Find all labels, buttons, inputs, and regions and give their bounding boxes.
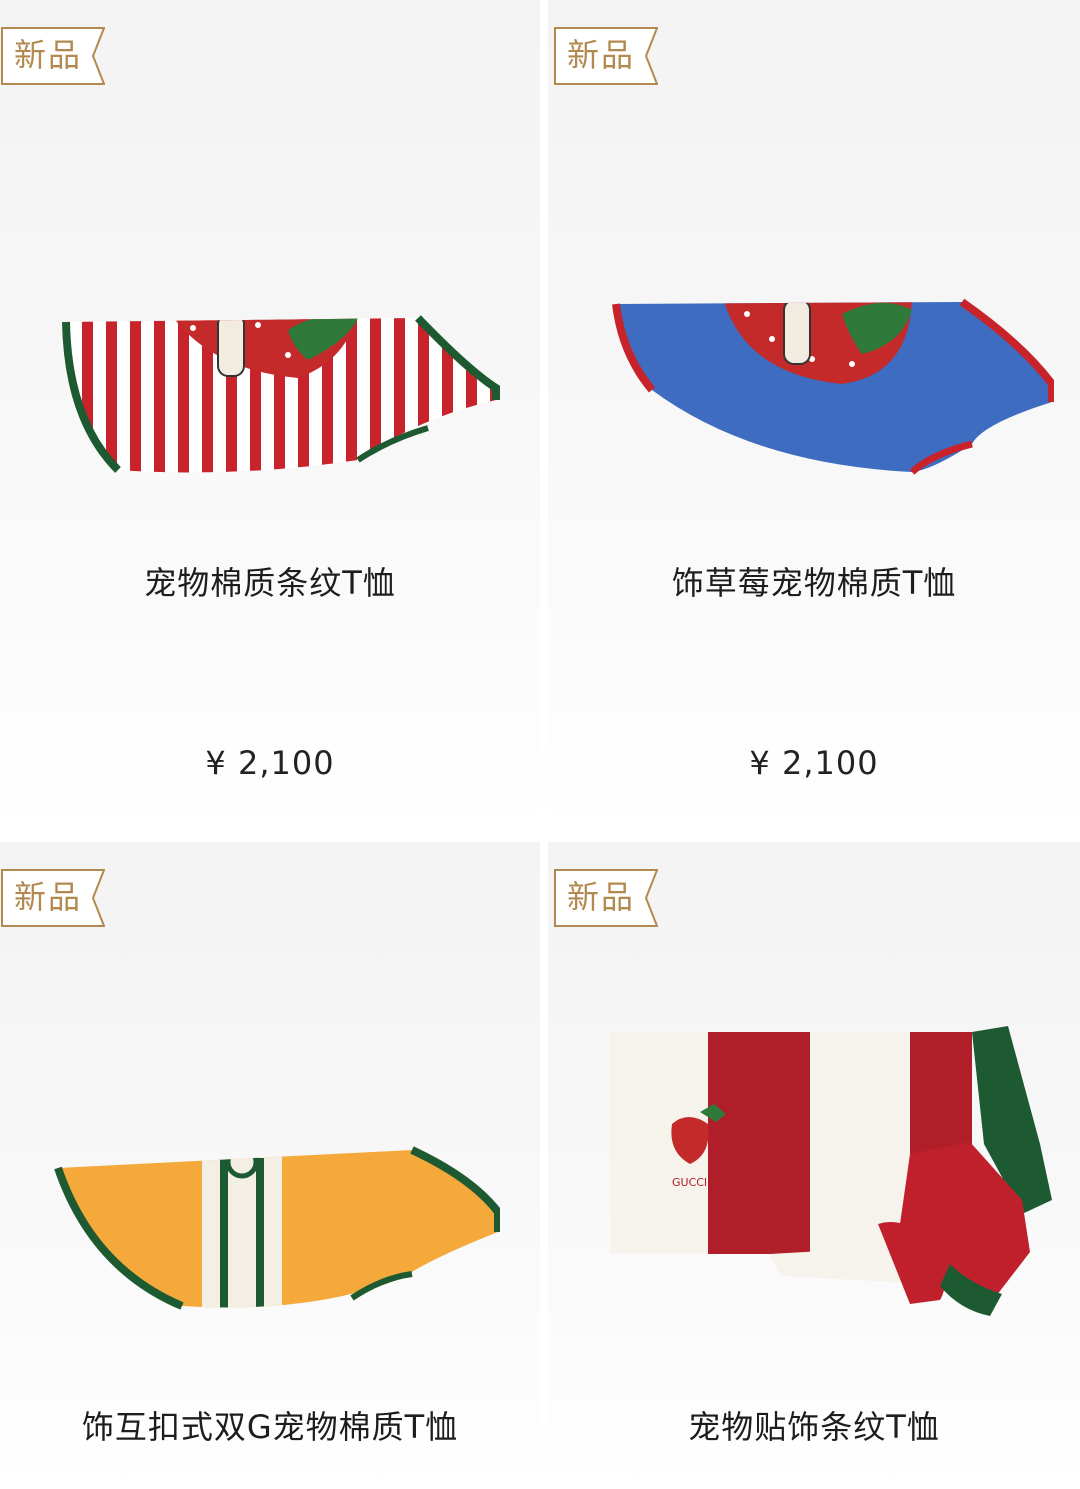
wide-stripe-pet-tshirt-icon: GUCCI — [610, 1026, 1052, 1316]
product-card[interactable]: 新品 GUCCI 宠物贴饰条纹T恤 — [548, 842, 1080, 1489]
product-name[interactable]: 宠物贴饰条纹T恤 — [548, 1402, 1080, 1448]
new-badge: 新品 — [554, 27, 658, 85]
product-card[interactable]: 新品 饰草莓宠物棉质T恤 ¥ 2,100 — [548, 0, 1080, 830]
new-badge: 新品 — [1, 869, 105, 927]
new-badge-label: 新品 — [567, 878, 636, 916]
product-grid: 新品 宠物棉质条纹T恤 ¥ 2,100 新品 饰草莓宠物棉质T恤 ¥ 2,100… — [0, 0, 1080, 1489]
new-badge-label: 新品 — [567, 36, 636, 74]
product-price: ¥ 2,100 — [205, 744, 335, 782]
new-badge: 新品 — [1, 27, 105, 85]
striped-pet-tshirt-icon — [62, 315, 500, 473]
new-badge-label: 新品 — [14, 878, 83, 916]
product-card[interactable]: 新品 饰互扣式双G宠物棉质T恤 — [0, 842, 540, 1489]
product-name[interactable]: 宠物棉质条纹T恤 — [0, 558, 540, 604]
new-badge-label: 新品 — [14, 36, 83, 74]
new-badge: 新品 — [554, 869, 658, 927]
product-name[interactable]: 饰互扣式双G宠物棉质T恤 — [0, 1402, 540, 1448]
product-price: ¥ 2,100 — [749, 744, 879, 782]
product-card[interactable]: 新品 宠物棉质条纹T恤 ¥ 2,100 — [0, 0, 540, 830]
blue-strawberry-pet-tshirt-icon — [612, 298, 1054, 475]
orange-gg-pet-tshirt-icon — [54, 1146, 500, 1310]
svg-text:GUCCI: GUCCI — [672, 1176, 707, 1189]
product-name[interactable]: 饰草莓宠物棉质T恤 — [548, 558, 1080, 604]
